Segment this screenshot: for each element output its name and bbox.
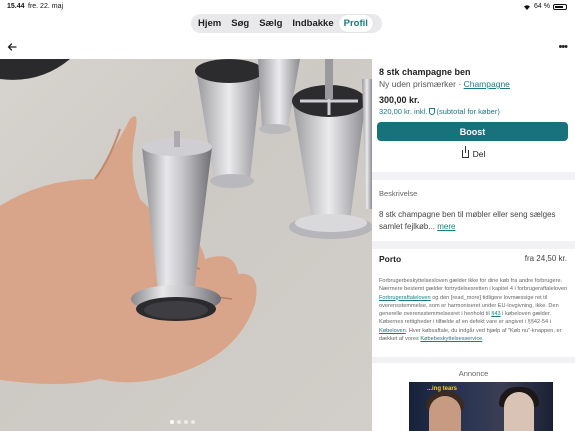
divider <box>372 241 575 249</box>
description-label: Beskrivelse <box>379 189 418 198</box>
status-date: fre. 22. maj <box>28 3 64 10</box>
legal-text: Forbrugerbeskyttelsesloven gælder ikke f… <box>379 277 570 343</box>
shipping-price: fra 24,50 kr. <box>524 254 567 263</box>
tab-profil[interactable]: Profil <box>338 15 373 32</box>
photo-illustration <box>0 59 372 384</box>
ad-figure <box>429 396 461 431</box>
legal-link-forbrugeraftaleloven[interactable]: Forbrugeraftaleloven <box>379 295 431 301</box>
buyer-price[interactable]: 320,00 kr. inkl. (subtotal for køber) <box>379 107 500 116</box>
legal-part: . <box>482 336 484 343</box>
listing-price: 300,00 kr. <box>379 95 420 105</box>
status-bar: 15.44 fre. 22. maj 64 % <box>0 0 575 14</box>
listing-photo[interactable] <box>0 59 372 431</box>
top-tab-bar: Hjem Søg Sælg Indbakke Profil <box>191 14 382 33</box>
photo-pagination[interactable] <box>170 420 195 424</box>
condition-text: Ny uden prismærker <box>379 79 456 89</box>
more-options-icon[interactable]: ••• <box>558 42 568 53</box>
legal-link-43[interactable]: §43 <box>491 311 500 317</box>
share-label: Del <box>472 149 486 159</box>
buyer-price-note: (subtotal for køber) <box>436 107 500 116</box>
battery-percent: 64 % <box>534 3 550 10</box>
share-icon <box>461 146 469 158</box>
app-screen: 15.44 fre. 22. maj 64 % Hjem Søg Sælg In… <box>0 0 575 431</box>
description-body: 8 stk champagne ben til møbler eller sen… <box>379 210 556 231</box>
tab-hjem[interactable]: Hjem <box>193 15 226 32</box>
tab-sog[interactable]: Søg <box>226 15 254 32</box>
pagination-dot[interactable] <box>177 420 181 424</box>
pagination-dot[interactable] <box>184 420 188 424</box>
status-time: 15.44 <box>7 3 25 10</box>
listing-attributes: Ny uden prismærker · Champagne <box>379 79 510 89</box>
back-arrow-icon[interactable] <box>7 42 17 52</box>
description-text: 8 stk champagne ben til møbler eller sen… <box>379 209 569 233</box>
color-link[interactable]: Champagne <box>464 79 510 89</box>
buyer-price-value: 320,00 kr. inkl. <box>379 107 428 116</box>
divider <box>372 357 575 363</box>
share-button[interactable]: Del <box>372 146 575 159</box>
legal-part: Forbrugerbeskyttelsesloven gælder ikke f… <box>379 278 568 293</box>
pagination-dot[interactable] <box>191 420 195 424</box>
legal-link-kobeloven[interactable]: Købeloven <box>379 328 406 334</box>
listing-title: 8 stk champagne ben <box>379 67 471 77</box>
divider <box>372 172 575 180</box>
ad-caption: ...ing tears <box>427 386 458 392</box>
attribute-separator: · <box>458 79 462 89</box>
ad-figure <box>504 392 534 431</box>
battery-icon <box>553 3 567 10</box>
legal-link-kobebeskyttelse[interactable]: Købebeskyttelsesservice <box>420 336 482 342</box>
ad-label: Annonce <box>458 369 489 378</box>
shipping-label: Porto <box>379 254 402 264</box>
description-more-link[interactable]: mere <box>437 222 455 231</box>
wifi-icon <box>524 4 531 10</box>
shield-icon <box>429 108 436 115</box>
listing-details: 8 stk champagne ben Ny uden prismærker ·… <box>372 59 575 431</box>
ad-banner[interactable]: ...ing tears <box>409 382 553 431</box>
boost-button[interactable]: Boost <box>377 122 568 141</box>
pagination-dot[interactable] <box>170 420 174 424</box>
tab-indbakke[interactable]: Indbakke <box>287 15 338 32</box>
status-right: 64 % <box>523 3 567 10</box>
tab-saelg[interactable]: Sælg <box>254 15 287 32</box>
